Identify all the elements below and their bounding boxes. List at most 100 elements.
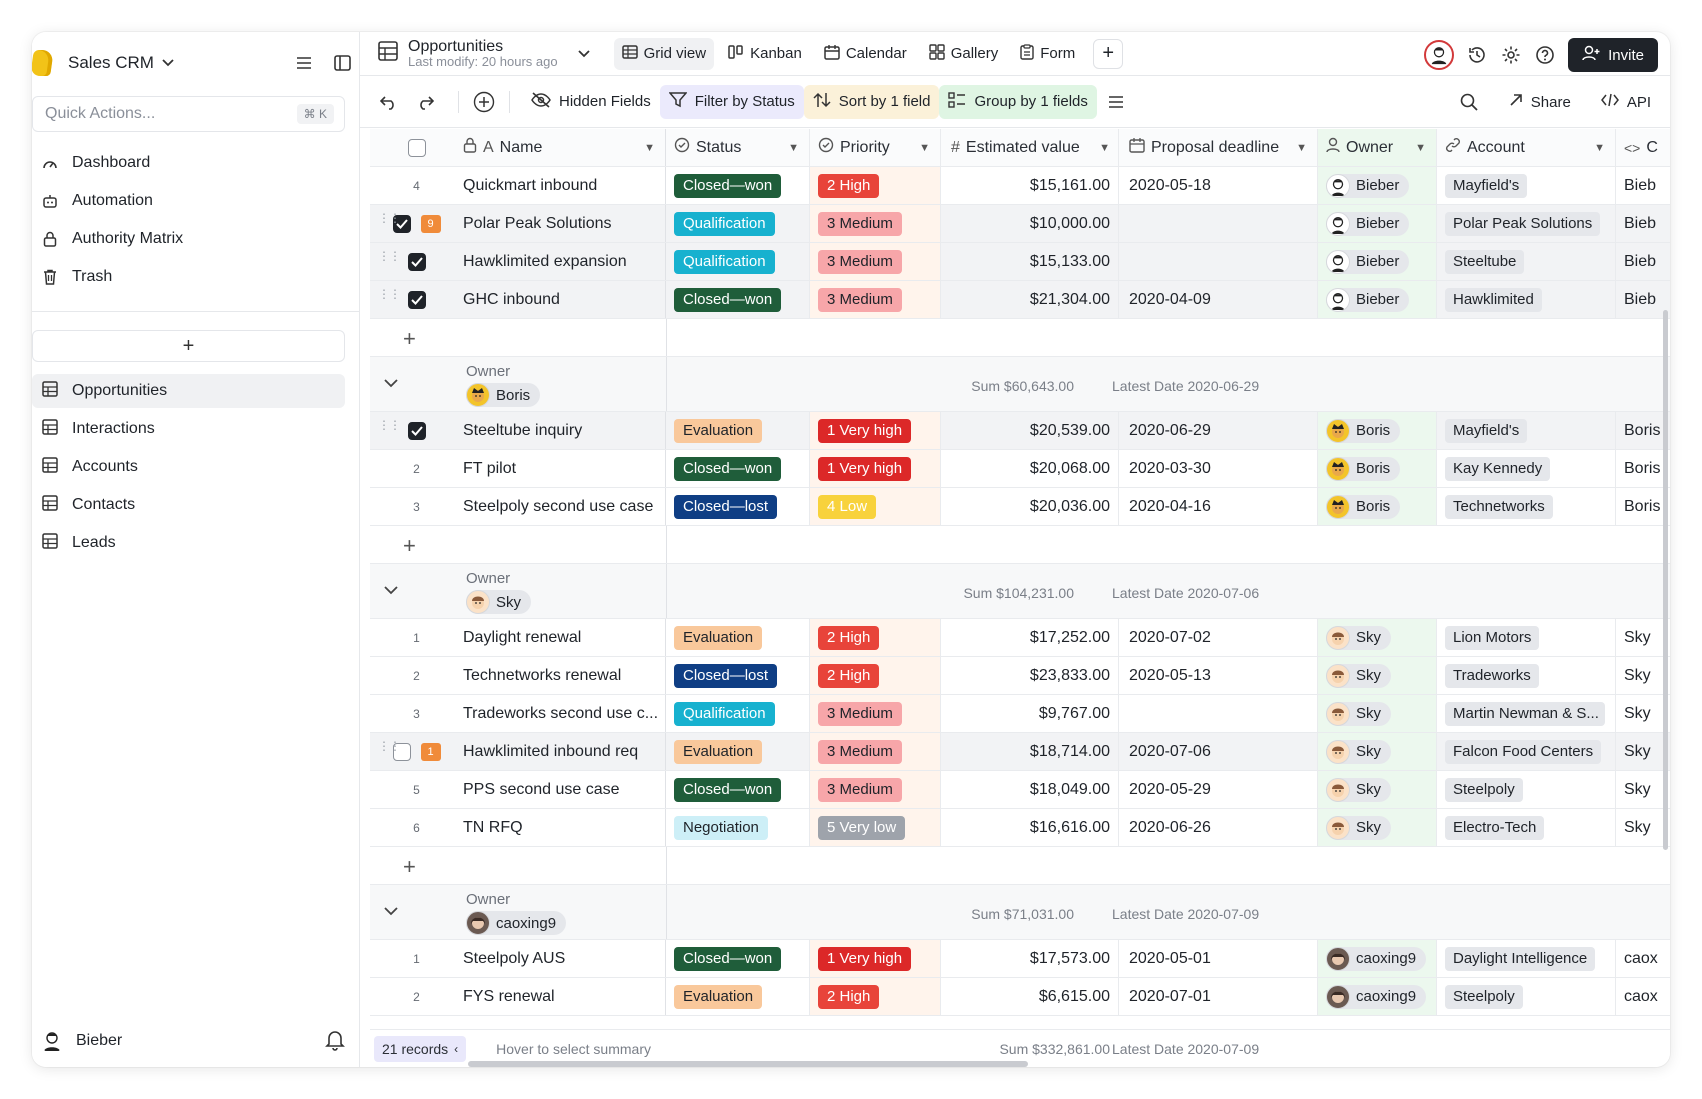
- owner-cell[interactable]: Boris: [1318, 450, 1437, 487]
- value-cell[interactable]: $20,068.00: [941, 450, 1119, 487]
- row-selector[interactable]: 3: [370, 488, 463, 525]
- row-selector[interactable]: ⋮⋮: [370, 412, 463, 449]
- share-button[interactable]: Share: [1500, 85, 1580, 119]
- sidebar-item-opportunities[interactable]: Opportunities: [32, 374, 345, 408]
- sidebar-item-interactions[interactable]: Interactions: [32, 412, 345, 446]
- owner-cell[interactable]: Sky: [1318, 733, 1437, 770]
- status-cell[interactable]: Closed—lost: [666, 488, 810, 525]
- gear-icon[interactable]: [1500, 44, 1522, 66]
- owner-cell[interactable]: Bieber: [1318, 281, 1437, 318]
- sidebar-item-automation[interactable]: Automation: [32, 182, 359, 220]
- priority-cell[interactable]: 3 Medium: [810, 695, 941, 732]
- name-cell[interactable]: Technetworks renewal: [463, 657, 666, 694]
- table-row[interactable]: ⋮⋮ Steeltube inquiry Evaluation 1 Very high…: [370, 412, 1670, 450]
- table-row[interactable]: ⋮⋮ Hawklimited expansion Qualification 3 Me…: [370, 243, 1670, 281]
- caret-down-icon[interactable]: ▼: [1296, 142, 1307, 154]
- value-cell[interactable]: $17,252.00: [941, 619, 1119, 656]
- row-selector[interactable]: 5: [370, 771, 463, 808]
- value-cell[interactable]: $23,833.00: [941, 657, 1119, 694]
- caret-down-icon[interactable]: ▼: [788, 142, 799, 154]
- account-cell[interactable]: Steeltube: [1437, 243, 1616, 280]
- tab-grid-view[interactable]: Grid view: [613, 37, 715, 70]
- table-row[interactable]: 2 FYS renewal Evaluation 2 High $6,615.00 202…: [370, 978, 1670, 1016]
- table-row[interactable]: 2 FT pilot Closed—won 1 Very high $20,068.00…: [370, 450, 1670, 488]
- drag-handle-icon[interactable]: ⋮⋮: [378, 419, 401, 431]
- select-all-checkbox[interactable]: [407, 138, 426, 157]
- owner-cell[interactable]: Bieber: [1318, 205, 1437, 242]
- extra-cell[interactable]: Bieb: [1616, 243, 1670, 280]
- extra-cell[interactable]: Boris: [1616, 412, 1670, 449]
- owner-cell[interactable]: Boris: [1318, 412, 1437, 449]
- status-cell[interactable]: Closed—won: [666, 940, 810, 977]
- account-cell[interactable]: Polar Peak Solutions: [1437, 205, 1616, 242]
- add-record-button[interactable]: +: [403, 533, 416, 559]
- table-row[interactable]: ⋮⋮ GHC inbound Closed—won 3 Medium $21,304.0…: [370, 281, 1670, 319]
- row-selector[interactable]: 2: [370, 657, 463, 694]
- deadline-cell[interactable]: 2020-04-16: [1119, 488, 1318, 525]
- name-cell[interactable]: Steelpoly AUS: [463, 940, 666, 977]
- extra-cell[interactable]: caox: [1616, 978, 1670, 1015]
- account-cell[interactable]: Technetworks: [1437, 488, 1616, 525]
- tab-kanban[interactable]: Kanban: [720, 38, 810, 70]
- name-cell[interactable]: Polar Peak Solutions: [463, 205, 666, 242]
- name-cell[interactable]: FT pilot: [463, 450, 666, 487]
- account-cell[interactable]: Steelpoly: [1437, 978, 1616, 1015]
- sidebar-item-contacts[interactable]: Contacts: [32, 488, 345, 522]
- account-cell[interactable]: Lion Motors: [1437, 619, 1616, 656]
- deadline-cell[interactable]: 2020-07-02: [1119, 619, 1318, 656]
- status-cell[interactable]: Evaluation: [666, 733, 810, 770]
- deadline-cell[interactable]: 2020-05-29: [1119, 771, 1318, 808]
- deadline-cell[interactable]: 2020-07-01: [1119, 978, 1318, 1015]
- status-cell[interactable]: Closed—won: [666, 281, 810, 318]
- account-cell[interactable]: Falcon Food Centers: [1437, 733, 1616, 770]
- name-cell[interactable]: PPS second use case: [463, 771, 666, 808]
- account-cell[interactable]: Hawklimited: [1437, 281, 1616, 318]
- extra-cell[interactable]: caox: [1616, 940, 1670, 977]
- owner-cell[interactable]: Sky: [1318, 771, 1437, 808]
- deadline-cell[interactable]: 2020-06-26: [1119, 809, 1318, 846]
- row-selector[interactable]: ⋮⋮: [370, 281, 463, 318]
- chevron-down-icon[interactable]: [577, 45, 590, 63]
- column-header-status[interactable]: Status ▼: [666, 129, 810, 166]
- table-row[interactable]: 4 Quickmart inbound Closed—won 2 High $15,16…: [370, 167, 1670, 205]
- owner-cell[interactable]: Sky: [1318, 809, 1437, 846]
- status-cell[interactable]: Closed—lost: [666, 657, 810, 694]
- table-row[interactable]: 6 TN RFQ Negotiation 5 Very low $16,616.00 20…: [370, 809, 1670, 847]
- priority-cell[interactable]: 2 High: [810, 619, 941, 656]
- sidebar-toggle-icon[interactable]: [331, 52, 353, 74]
- owner-cell[interactable]: caoxing9: [1318, 978, 1437, 1015]
- value-cell[interactable]: $20,036.00: [941, 488, 1119, 525]
- owner-cell[interactable]: Sky: [1318, 619, 1437, 656]
- row-selector[interactable]: 3: [370, 695, 463, 732]
- column-header-owner[interactable]: Owner ▼: [1318, 129, 1437, 166]
- deadline-cell[interactable]: 2020-06-29: [1119, 412, 1318, 449]
- extra-cell[interactable]: Sky: [1616, 695, 1670, 732]
- deadline-cell[interactable]: 2020-03-30: [1119, 450, 1318, 487]
- deadline-cell[interactable]: 2020-05-13: [1119, 657, 1318, 694]
- name-cell[interactable]: Hawklimited expansion: [463, 243, 666, 280]
- value-cell[interactable]: $15,161.00: [941, 167, 1119, 204]
- add-record-button[interactable]: +: [403, 326, 416, 352]
- deadline-cell[interactable]: 2020-07-06: [1119, 733, 1318, 770]
- tab-calendar[interactable]: Calendar: [816, 38, 915, 70]
- status-cell[interactable]: Closed—won: [666, 771, 810, 808]
- drag-handle-icon[interactable]: ⋮⋮: [378, 212, 401, 224]
- table-row[interactable]: ⋮⋮ 9 Polar Peak Solutions Qualification 3 Me…: [370, 205, 1670, 243]
- hidden-fields-button[interactable]: Hidden Fields: [522, 85, 660, 119]
- table-row[interactable]: 1 Steelpoly AUS Closed—won 1 Very high $17,5…: [370, 940, 1670, 978]
- search-icon[interactable]: [1458, 91, 1480, 113]
- caret-down-icon[interactable]: ▼: [1594, 142, 1605, 154]
- owner-cell[interactable]: Boris: [1318, 488, 1437, 525]
- account-cell[interactable]: Electro-Tech: [1437, 809, 1616, 846]
- extra-cell[interactable]: Sky: [1616, 809, 1670, 846]
- chevron-down-icon[interactable]: [162, 56, 174, 70]
- status-cell[interactable]: Closed—won: [666, 167, 810, 204]
- workspace-header[interactable]: Sales CRM: [32, 46, 359, 80]
- avatar[interactable]: [40, 1029, 64, 1053]
- value-cell[interactable]: $18,714.00: [941, 733, 1119, 770]
- priority-cell[interactable]: 2 High: [810, 167, 941, 204]
- name-cell[interactable]: Steelpoly second use case: [463, 488, 666, 525]
- name-cell[interactable]: FYS renewal: [463, 978, 666, 1015]
- owner-cell[interactable]: Sky: [1318, 657, 1437, 694]
- value-cell[interactable]: $17,573.00: [941, 940, 1119, 977]
